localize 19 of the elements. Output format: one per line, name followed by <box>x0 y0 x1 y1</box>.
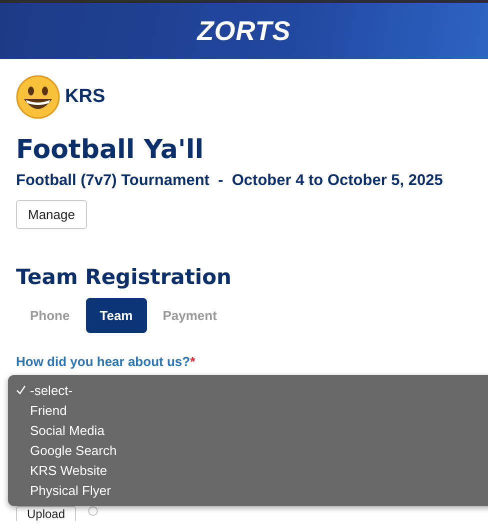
dropdown-option[interactable]: -select- <box>8 380 488 400</box>
dropdown-option[interactable]: Google Search <box>8 440 488 460</box>
manage-button[interactable]: Manage <box>16 200 87 229</box>
organizer-name: KRS <box>65 86 106 108</box>
dropdown-option[interactable]: Physical Flyer <box>8 480 488 500</box>
upload-button[interactable]: Upload <box>16 506 76 521</box>
dropdown-option[interactable]: KRS Website <box>8 460 488 480</box>
step-tab[interactable]: Team <box>86 298 147 333</box>
event-subtitle: Football (7v7) Tournament - October 4 to October 5, 2025 <box>16 171 444 191</box>
question-label: How did you hear about us?* <box>16 354 196 369</box>
radio-icon[interactable] <box>88 506 98 516</box>
section-title: Team Registration <box>16 264 232 291</box>
smiley-icon <box>16 75 60 119</box>
dropdown-option[interactable]: Friend <box>8 400 488 420</box>
dropdown-option[interactable]: Social Media <box>8 420 488 440</box>
step-tab[interactable]: Payment <box>148 298 231 333</box>
logo[interactable]: ZORTS <box>197 16 291 46</box>
event-title: Football Ya'll <box>16 134 205 167</box>
step-tab[interactable]: Phone <box>16 298 84 333</box>
